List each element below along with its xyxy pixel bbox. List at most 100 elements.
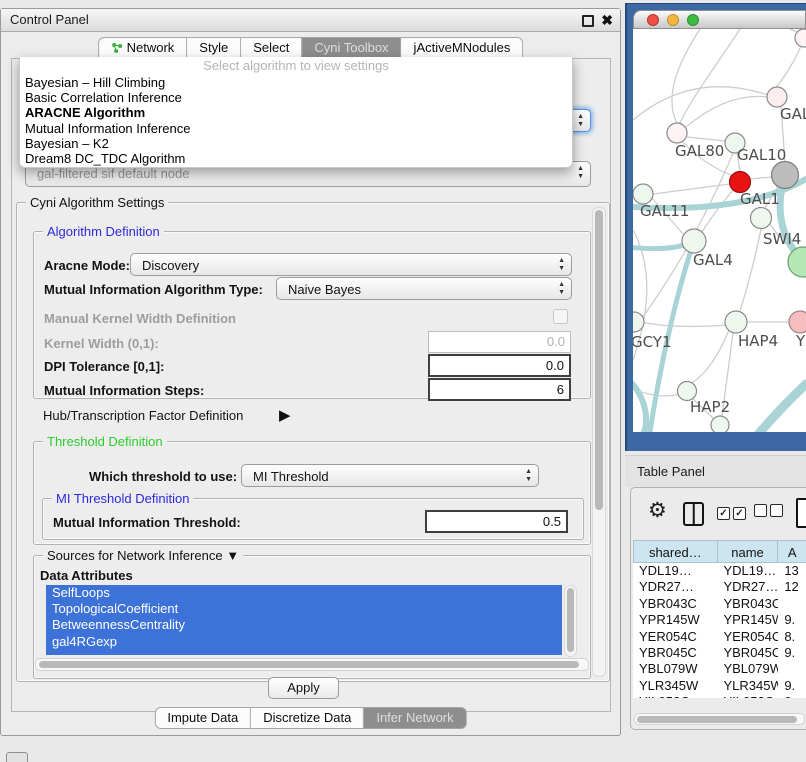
which-threshold-combo[interactable]: MI Threshold ▲▼ [241,464,539,487]
collapse-arrow-icon[interactable]: ▼ [226,548,239,563]
manual-kernel-width-checkbox[interactable] [553,309,568,324]
attribute-topologicalcoefficient[interactable]: TopologicalCoefficient [46,601,562,617]
network-node[interactable] [682,229,706,253]
algorithm-option-aracne-algorithm[interactable]: ARACNE Algorithm [20,105,572,120]
network-edge-highlighted[interactable] [633,379,646,432]
network-node[interactable] [788,247,806,277]
aracne-mode-combo[interactable]: Discovery ▲▼ [130,253,572,276]
network-node[interactable] [725,311,747,333]
network-node[interactable] [772,162,799,189]
attribute-gal4rgexp[interactable]: gal4RGexp [46,634,562,650]
apply-button[interactable]: Apply [268,677,339,699]
attribute-selfloops[interactable]: SelfLoops [46,585,562,601]
table-row[interactable]: YLR345WYLR345W9. [633,678,806,694]
table-row[interactable]: YBR043CYBR043C [633,596,806,612]
attribute-partial-row[interactable] [46,650,562,655]
combo-stepper-icon: ▲▼ [558,281,565,297]
expand-arrow-icon[interactable]: ▶ [279,406,291,424]
table-cell: YBR045C [717,645,778,661]
network-edge[interactable] [697,153,733,229]
table-row[interactable]: YBR045CYBR045C9. [633,645,806,661]
algorithm-option-basic-correlation-inference[interactable]: Basic Correlation Inference [20,90,572,105]
table-row[interactable]: YER054CYER054C8. [633,629,806,645]
table-header[interactable]: shared…nameA [633,540,806,563]
float-window-icon[interactable] [582,15,594,27]
gear-icon[interactable]: ⚙ [648,500,667,521]
network-edge[interactable] [686,96,768,127]
bottom-tab-impute-data[interactable]: Impute Data [154,707,251,729]
table-horizontal-scrollbar[interactable] [634,713,805,725]
select-all-icon[interactable]: ✓✓ [717,504,749,520]
tab-jactivemnodules[interactable]: jActiveMNodules [402,37,524,59]
table-cell: 9 [778,694,806,698]
network-edge[interactable] [642,322,729,326]
table-row[interactable]: YDL19…YDL19…13 [633,563,806,579]
network-node[interactable] [667,123,687,143]
network-edge[interactable] [672,29,700,123]
bottom-tab-discretize-data[interactable]: Discretize Data [251,707,364,729]
table-cell: YDL19… [633,563,717,579]
algorithm-option-dream8-dc-tdc-algorithm[interactable]: Dream8 DC_TDC Algorithm [20,151,572,166]
document-icon[interactable] [796,498,806,528]
node-table[interactable]: shared…nameA YDL19…YDL19…13YDR27…YDR27…1… [633,540,806,698]
attributes-horizontal-scrollbar[interactable] [35,658,589,671]
deselect-all-icon[interactable] [754,504,786,520]
window-title: Control Panel [10,12,89,27]
tab-label: Select [253,40,289,55]
table-row[interactable]: YPR145WYPR145W9. [633,612,806,628]
node-label-gal1: GAL1 [740,190,780,208]
network-edge[interactable] [633,87,768,120]
bottom-tab-infer-network[interactable]: Infer Network [364,707,466,729]
network-canvas[interactable]: GALGAL80GAL10GAL1GAL11SWI4GAL4GCY1HAP4YH… [633,29,806,432]
table-row[interactable]: YBL079WYBL079W [633,661,806,677]
table-cell: 9. [778,678,806,694]
network-edge[interactable] [750,177,772,179]
network-icon [111,42,123,54]
settings-scrollbar[interactable] [592,207,606,677]
node-label-gal: GAL [780,105,806,123]
mi-algorithm-type-value: Naive Bayes [288,282,361,297]
network-node[interactable] [633,184,653,204]
network-node[interactable] [789,311,806,333]
network-node[interactable] [767,87,787,107]
mini-window-icon[interactable] [6,752,28,762]
mi-algorithm-type-label: Mutual Information Algorithm Type: [44,282,263,297]
tab-cyni-toolbox[interactable]: Cyni Toolbox [302,37,401,59]
split-column-icon[interactable] [683,502,704,526]
data-attributes-list[interactable]: SelfLoopsTopologicalCoefficientBetweenne… [46,585,562,655]
close-icon[interactable]: ✖ [601,9,613,31]
table-cell: YER054C [717,629,778,645]
attribute-betweennesscentrality[interactable]: BetweennessCentrality [46,617,562,633]
column-header-name[interactable]: name [718,540,779,563]
tab-network[interactable]: Network [98,37,188,59]
table-row[interactable]: YDR27…YDR27…12 [633,579,806,595]
attributes-vertical-scrollbar[interactable] [564,585,577,657]
network-edge[interactable] [740,229,761,311]
column-header-a[interactable]: A [778,540,806,563]
tab-label: jActiveMNodules [414,40,511,55]
algorithm-option-mutual-information-inference[interactable]: Mutual Information Inference [20,121,572,136]
mi-steps-field[interactable]: 6 [428,378,571,401]
algorithm-option-bayesian-hill-climbing[interactable]: Bayesian – Hill Climbing [20,75,572,90]
table-cell: YLR345W [633,678,717,694]
minimize-traffic-light-icon[interactable] [667,14,679,26]
mi-algorithm-type-combo[interactable]: Naive Bayes ▲▼ [276,277,572,300]
dpi-tolerance-field[interactable]: 0.0 [428,354,571,377]
network-edge[interactable] [692,330,729,383]
close-traffic-light-icon[interactable] [647,14,659,26]
mi-threshold-field[interactable]: 0.5 [425,510,568,533]
maximize-traffic-light-icon[interactable] [687,14,699,26]
kernel-width-field[interactable]: 0.0 [428,331,571,353]
network-node[interactable] [751,208,772,229]
network-edge-highlighted[interactable] [738,384,806,432]
network-node[interactable] [711,416,729,432]
tab-select[interactable]: Select [241,37,302,59]
table-row[interactable]: YIL052CYIL052C9 [633,694,806,698]
table-panel-body: ⚙ ✓✓ shared…nameA YDL19…YDL19…13YDR27…YD… [630,487,806,730]
network-window-titlebar[interactable] [633,10,806,29]
column-header-shared-[interactable]: shared… [633,540,718,563]
algorithm-option-bayesian-k2[interactable]: Bayesian – K2 [20,136,572,151]
network-edge[interactable] [687,137,725,141]
tab-style[interactable]: Style [187,37,241,59]
threshold-definition-group: Threshold Definition Which threshold to … [33,441,591,545]
